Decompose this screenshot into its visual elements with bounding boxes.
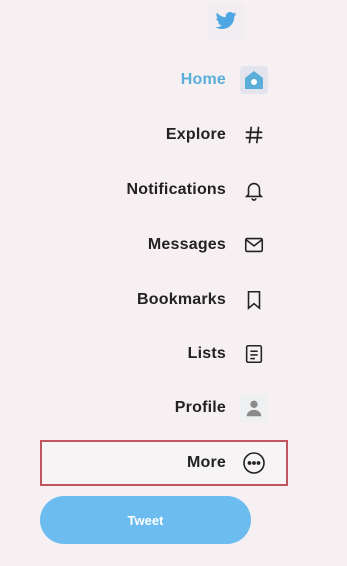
nav-item-lists[interactable]: Lists <box>40 333 288 375</box>
nav-item-explore[interactable]: Explore <box>40 114 288 156</box>
nav-item-bookmarks[interactable]: Bookmarks <box>40 279 288 321</box>
nav-item-label: Notifications <box>126 181 226 198</box>
nav-item-label: Profile <box>174 399 226 416</box>
nav-item-label: Home <box>180 71 226 88</box>
envelope-icon <box>240 231 268 259</box>
tweet-button[interactable]: Tweet <box>40 496 251 544</box>
bookmark-icon <box>240 286 268 314</box>
hashtag-icon <box>240 121 268 149</box>
nav-item-label: Bookmarks <box>137 291 226 308</box>
nav-item-label: Messages <box>147 236 226 253</box>
user-icon <box>240 394 268 422</box>
list-icon <box>240 340 268 368</box>
sidebar-nav: Home Explore Notifications Messages Book… <box>0 0 347 566</box>
nav-item-label: More <box>186 454 226 471</box>
nav-item-label: Explore <box>165 126 226 143</box>
twitter-bird-icon <box>212 8 240 37</box>
nav-item-label: Lists <box>187 345 226 362</box>
nav-item-notifications[interactable]: Notifications <box>40 169 288 211</box>
home-icon <box>240 66 268 94</box>
twitter-logo[interactable] <box>208 4 244 40</box>
more-icon <box>240 449 268 477</box>
nav-item-messages[interactable]: Messages <box>40 224 288 266</box>
nav-item-profile[interactable]: Profile <box>40 387 288 429</box>
bell-icon <box>240 176 268 204</box>
nav-item-more[interactable]: More <box>40 440 288 486</box>
nav-item-home[interactable]: Home <box>40 59 288 101</box>
